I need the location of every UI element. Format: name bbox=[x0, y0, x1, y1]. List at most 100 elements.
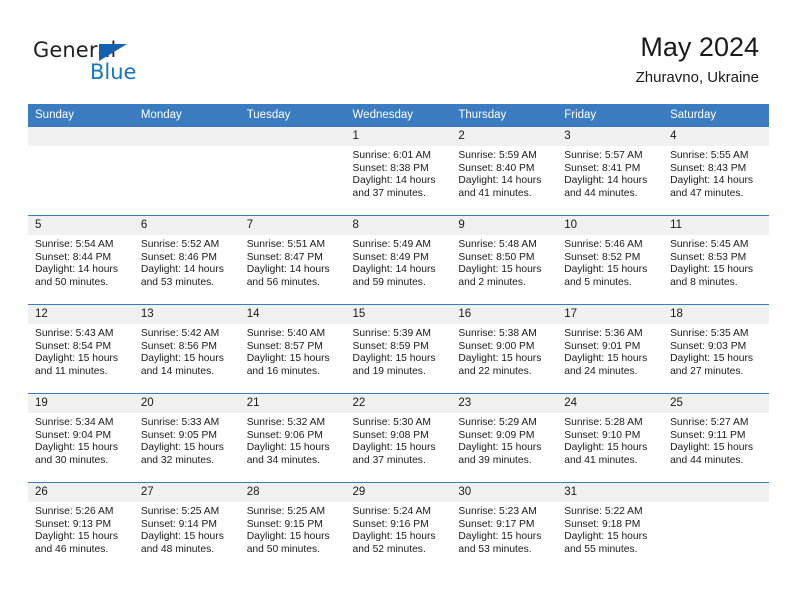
calendar-day-cell[interactable]: 11 Sunrise: 5:45 AM Sunset: 8:53 PM Dayligh… bbox=[663, 215, 769, 305]
calendar-day-cell[interactable]: 18 Sunrise: 5:35 AM Sunset: 9:03 PM Dayligh… bbox=[663, 304, 769, 394]
weekday-header-thursday: Thursday bbox=[451, 104, 558, 127]
day-sun-info: Sunrise: 5:28 AM Sunset: 9:10 PM Daylight:… bbox=[557, 413, 663, 467]
day-sun-info: Sunrise: 5:51 AM Sunset: 8:47 PM Daylight:… bbox=[240, 235, 346, 289]
calendar-week-row: 1 Sunrise: 6:01 AM Sunset: 8:38 PM Daylight… bbox=[28, 126, 769, 216]
daylight-text-line1: Daylight: 15 hours bbox=[458, 264, 542, 276]
calendar-day-cell[interactable]: 20 Sunrise: 5:33 AM Sunset: 9:05 PM Dayligh… bbox=[133, 393, 240, 483]
sunrise-text: Sunrise: 5:57 AM bbox=[564, 150, 643, 161]
sunset-text: Sunset: 8:40 PM bbox=[458, 162, 535, 174]
calendar-day-cell[interactable]: 3 Sunrise: 5:57 AM Sunset: 8:41 PM Daylight… bbox=[557, 126, 664, 216]
sunset-text: Sunset: 9:17 PM bbox=[458, 518, 535, 530]
calendar-day-cell[interactable]: 31 Sunrise: 5:22 AM Sunset: 9:18 PM Dayligh… bbox=[557, 482, 664, 571]
sunrise-text: Sunrise: 5:51 AM bbox=[246, 239, 326, 250]
daylight-text-line1: Daylight: 15 hours bbox=[458, 531, 542, 543]
daylight-text-line2: and 37 minutes. bbox=[352, 187, 426, 199]
calendar-day-cell[interactable]: 26 Sunrise: 5:26 AM Sunset: 9:13 PM Dayligh… bbox=[28, 482, 134, 571]
sunset-text: Sunset: 8:53 PM bbox=[670, 251, 747, 263]
sunrise-text: Sunrise: 5:38 AM bbox=[458, 328, 537, 339]
calendar-day-cell[interactable]: 8 Sunrise: 5:49 AM Sunset: 8:49 PM Daylight… bbox=[345, 215, 452, 305]
sunset-text: Sunset: 9:16 PM bbox=[352, 518, 429, 530]
calendar-day-cell[interactable]: 24 Sunrise: 5:28 AM Sunset: 9:10 PM Dayligh… bbox=[557, 393, 664, 483]
calendar-day-cell[interactable]: 23 Sunrise: 5:29 AM Sunset: 9:09 PM Dayligh… bbox=[451, 393, 558, 483]
day-number: 15 bbox=[345, 305, 452, 324]
daylight-text-line2: and 2 minutes. bbox=[458, 276, 526, 288]
sunrise-text: Sunrise: 5:22 AM bbox=[564, 506, 643, 517]
calendar-day-cell-empty bbox=[663, 482, 769, 571]
daylight-text-line1: Daylight: 14 hours bbox=[458, 175, 542, 187]
day-sun-info: Sunrise: 5:49 AM Sunset: 8:49 PM Daylight:… bbox=[346, 235, 452, 289]
day-sun-info: Sunrise: 5:46 AM Sunset: 8:52 PM Daylight:… bbox=[557, 235, 663, 289]
calendar-day-cell[interactable]: 16 Sunrise: 5:38 AM Sunset: 9:00 PM Dayligh… bbox=[451, 304, 558, 394]
calendar-day-cell[interactable]: 12 Sunrise: 5:43 AM Sunset: 8:54 PM Dayligh… bbox=[28, 304, 134, 394]
daylight-text-line1: Daylight: 15 hours bbox=[564, 353, 648, 365]
calendar-day-cell[interactable]: 29 Sunrise: 5:24 AM Sunset: 9:16 PM Dayligh… bbox=[345, 482, 452, 571]
daylight-text-line2: and 50 minutes. bbox=[35, 276, 109, 288]
calendar-day-cell[interactable]: 13 Sunrise: 5:42 AM Sunset: 8:56 PM Dayligh… bbox=[133, 304, 240, 394]
calendar-day-cell[interactable]: 7 Sunrise: 5:51 AM Sunset: 8:47 PM Daylight… bbox=[239, 215, 346, 305]
day-number: 7 bbox=[239, 216, 346, 235]
calendar-day-cell[interactable]: 6 Sunrise: 5:52 AM Sunset: 8:46 PM Daylight… bbox=[133, 215, 240, 305]
day-number: 10 bbox=[557, 216, 664, 235]
day-number: 9 bbox=[451, 216, 558, 235]
sunset-text: Sunset: 9:03 PM bbox=[670, 340, 747, 352]
sunset-text: Sunset: 9:04 PM bbox=[35, 429, 112, 441]
calendar-week-row: 12 Sunrise: 5:43 AM Sunset: 8:54 PM Dayligh… bbox=[28, 304, 769, 394]
sunrise-text: Sunrise: 5:43 AM bbox=[35, 328, 114, 339]
daylight-text-line1: Daylight: 15 hours bbox=[140, 531, 224, 543]
calendar-day-cell[interactable]: 5 Sunrise: 5:54 AM Sunset: 8:44 PM Daylight… bbox=[28, 215, 134, 305]
calendar-day-cell[interactable]: 15 Sunrise: 5:39 AM Sunset: 8:59 PM Dayligh… bbox=[345, 304, 452, 394]
sunset-text: Sunset: 8:38 PM bbox=[352, 162, 429, 174]
calendar-day-cell[interactable]: 25 Sunrise: 5:27 AM Sunset: 9:11 PM Dayligh… bbox=[663, 393, 769, 483]
calendar-day-cell[interactable]: 10 Sunrise: 5:46 AM Sunset: 8:52 PM Dayligh… bbox=[557, 215, 664, 305]
calendar-day-cell[interactable]: 9 Sunrise: 5:48 AM Sunset: 8:50 PM Daylight… bbox=[451, 215, 558, 305]
weekday-header-wednesday: Wednesday bbox=[345, 104, 452, 127]
day-number: 12 bbox=[28, 305, 134, 324]
page-header: General Blue May 2024 Zhuravno, Ukraine bbox=[0, 0, 792, 104]
sunrise-text: Sunrise: 5:59 AM bbox=[458, 150, 537, 161]
daylight-text-line2: and 19 minutes. bbox=[352, 365, 426, 377]
calendar-day-cell-empty bbox=[239, 126, 346, 216]
day-number: 26 bbox=[28, 483, 134, 502]
daylight-text-line1: Daylight: 15 hours bbox=[564, 264, 648, 276]
daylight-text-line2: and 14 minutes. bbox=[140, 365, 215, 377]
calendar-day-cell-empty bbox=[28, 126, 134, 216]
calendar-day-cell[interactable]: 2 Sunrise: 5:59 AM Sunset: 8:40 PM Daylight… bbox=[451, 126, 558, 216]
weekday-header-friday: Friday bbox=[557, 104, 664, 127]
sunset-text: Sunset: 9:05 PM bbox=[140, 429, 217, 441]
calendar-day-cell[interactable]: 19 Sunrise: 5:34 AM Sunset: 9:04 PM Dayligh… bbox=[28, 393, 134, 483]
calendar-day-cell[interactable]: 14 Sunrise: 5:40 AM Sunset: 8:57 PM Dayligh… bbox=[239, 304, 346, 394]
daylight-text-line2: and 16 minutes. bbox=[246, 365, 320, 377]
sunrise-text: Sunrise: 5:49 AM bbox=[352, 239, 431, 250]
calendar-day-cell[interactable]: 22 Sunrise: 5:30 AM Sunset: 9:08 PM Dayligh… bbox=[345, 393, 452, 483]
daylight-text-line2: and 47 minutes. bbox=[670, 187, 744, 199]
day-number: 27 bbox=[133, 483, 240, 502]
sunrise-text: Sunrise: 5:29 AM bbox=[458, 417, 537, 428]
general-blue-logo[interactable]: General Blue bbox=[33, 38, 213, 86]
calendar-day-cell[interactable]: 17 Sunrise: 5:36 AM Sunset: 9:01 PM Dayligh… bbox=[557, 304, 664, 394]
day-sun-info: Sunrise: 5:34 AM Sunset: 9:04 PM Daylight:… bbox=[28, 413, 134, 467]
day-sun-info: Sunrise: 5:26 AM Sunset: 9:13 PM Daylight:… bbox=[28, 502, 134, 556]
sunrise-text: Sunrise: 5:28 AM bbox=[564, 417, 643, 428]
daylight-text-line1: Daylight: 14 hours bbox=[246, 264, 330, 276]
sunrise-text: Sunrise: 5:52 AM bbox=[140, 239, 220, 250]
daylight-text-line1: Daylight: 15 hours bbox=[140, 353, 224, 365]
day-number: 29 bbox=[345, 483, 452, 502]
calendar-day-cell[interactable]: 21 Sunrise: 5:32 AM Sunset: 9:06 PM Dayligh… bbox=[239, 393, 346, 483]
daylight-text-line2: and 53 minutes. bbox=[458, 543, 532, 555]
day-sun-info: Sunrise: 5:32 AM Sunset: 9:06 PM Daylight:… bbox=[240, 413, 346, 467]
calendar-day-cell[interactable]: 28 Sunrise: 5:25 AM Sunset: 9:15 PM Dayligh… bbox=[239, 482, 346, 571]
calendar-day-cell[interactable]: 30 Sunrise: 5:23 AM Sunset: 9:17 PM Dayligh… bbox=[451, 482, 558, 571]
calendar-day-cell[interactable]: 27 Sunrise: 5:25 AM Sunset: 9:14 PM Dayligh… bbox=[133, 482, 240, 571]
daylight-text-line2: and 52 minutes. bbox=[352, 543, 426, 555]
daylight-text-line2: and 41 minutes. bbox=[564, 454, 638, 466]
daylight-text-line2: and 39 minutes. bbox=[458, 454, 532, 466]
daylight-text-line2: and 44 minutes. bbox=[564, 187, 638, 199]
daylight-text-line1: Daylight: 14 hours bbox=[35, 264, 118, 276]
daylight-text-line1: Daylight: 15 hours bbox=[35, 531, 118, 543]
day-sun-info: Sunrise: 6:01 AM Sunset: 8:38 PM Daylight:… bbox=[346, 146, 452, 200]
daylight-text-line2: and 55 minutes. bbox=[564, 543, 638, 555]
calendar-day-cell[interactable]: 1 Sunrise: 6:01 AM Sunset: 8:38 PM Daylight… bbox=[345, 126, 452, 216]
daylight-text-line1: Daylight: 15 hours bbox=[352, 531, 436, 543]
daylight-text-line2: and 30 minutes. bbox=[35, 454, 109, 466]
calendar-day-cell[interactable]: 4 Sunrise: 5:55 AM Sunset: 8:43 PM Daylight… bbox=[663, 126, 769, 216]
